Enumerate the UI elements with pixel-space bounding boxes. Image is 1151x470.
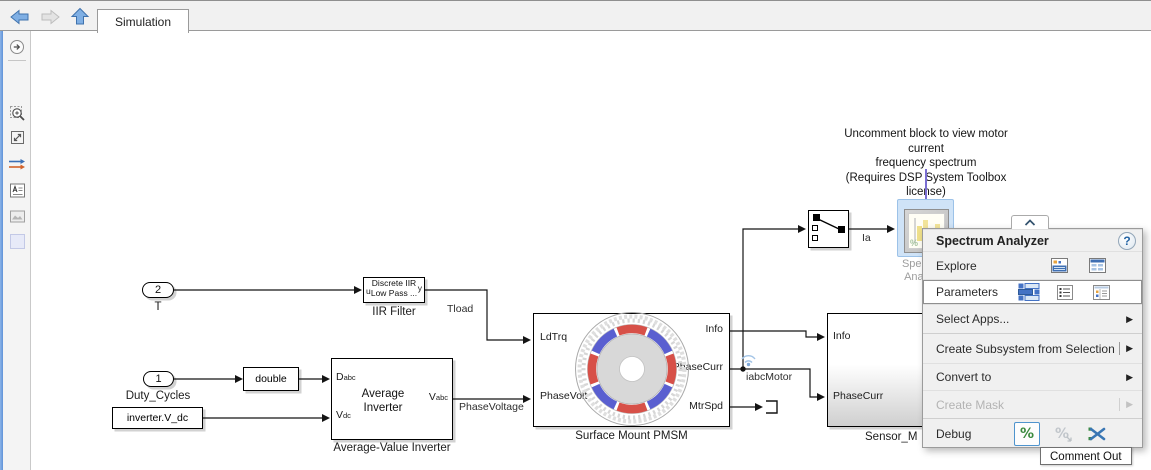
- model-explorer-icon[interactable]: [1086, 256, 1108, 276]
- back-arrow-icon: [9, 8, 31, 26]
- double-conversion-block[interactable]: double: [243, 367, 299, 391]
- parameter-list-icon[interactable]: [1054, 282, 1076, 302]
- menu-item-parameters[interactable]: Parameters: [923, 279, 1142, 304]
- submenu-arrow-icon: ▶: [1119, 398, 1136, 411]
- menu-item-convert-to[interactable]: Convert to ▶: [923, 363, 1142, 390]
- pmsm-port-ldtrq: LdTrq: [540, 332, 567, 343]
- hide-browser-button[interactable]: [6, 37, 28, 57]
- signal-label-ia: Ia: [862, 232, 871, 244]
- sidebar-divider: [8, 60, 26, 61]
- annotation-line3: (Requires DSP System Toolbox license): [828, 171, 1024, 200]
- signal-label-iabcmotor: iabcMotor: [746, 371, 792, 383]
- menu-item-explore[interactable]: Explore: [923, 251, 1142, 279]
- iir-text2: Low Pass ...: [364, 289, 424, 299]
- sensor-port-info: Info: [833, 331, 851, 342]
- forward-arrow-icon: [39, 8, 61, 26]
- submenu-arrow-icon: ▶: [1119, 342, 1136, 355]
- fit-to-view-button[interactable]: [6, 127, 28, 147]
- average-inverter-block[interactable]: Dabc Vdc Vabc Average Inverter: [331, 358, 453, 440]
- tab-simulation[interactable]: Simulation: [97, 9, 189, 33]
- help-icon[interactable]: ?: [1118, 232, 1136, 250]
- double-text: double: [255, 373, 287, 385]
- pmsm-port-mtrspd: MtrSpd: [689, 401, 723, 412]
- terminator-icon: [766, 401, 777, 413]
- annotation-button[interactable]: [6, 180, 28, 200]
- annotation-line2: frequency spectrum: [828, 156, 1024, 171]
- up-arrow-icon: [70, 7, 90, 26]
- signal-label-tload: Tload: [447, 303, 473, 315]
- submenu-arrow-icon: ▶: [1126, 314, 1136, 325]
- vdc-text: inverter.V_dc: [127, 412, 188, 424]
- signal-logging-icon: [742, 356, 755, 363]
- open-in-window-icon[interactable]: [1048, 256, 1070, 276]
- iir-filter-label: IIR Filter: [363, 306, 425, 318]
- pmsm-port-info: Info: [705, 324, 723, 335]
- submenu-arrow-icon: ▶: [1126, 372, 1136, 383]
- zoom-to-region-button[interactable]: [6, 103, 28, 123]
- context-menu: Spectrum Analyzer ? Explore: [922, 228, 1143, 448]
- highlight-box-button[interactable]: [6, 231, 28, 251]
- viewmarks-button[interactable]: [6, 206, 28, 226]
- navigation-toolbar: Simulation: [0, 0, 1151, 31]
- back-button[interactable]: [7, 6, 33, 27]
- iir-port-u: u: [366, 287, 371, 296]
- iir-filter-block[interactable]: Discrete IIR Low Pass ... u y: [363, 277, 425, 303]
- signal-lines-button[interactable]: [6, 154, 28, 174]
- inport-block-duty-cycles[interactable]: 1: [143, 371, 174, 387]
- inverter-port-dabc: Dabc: [336, 372, 356, 383]
- inverter-name1: Average: [332, 387, 434, 401]
- block-dialog-icon[interactable]: [1090, 282, 1112, 302]
- up-to-parent-button[interactable]: [67, 6, 93, 27]
- menu-item-create-subsystem[interactable]: Create Subsystem from Selection ▶: [923, 333, 1142, 363]
- signal-label-phasevoltage: PhaseVoltage: [459, 401, 524, 413]
- toolstrip-parameters-icon[interactable]: [1018, 282, 1040, 302]
- dual-arrows-icon: [8, 158, 26, 171]
- image-icon: [9, 208, 26, 225]
- tooltip-comment-out: Comment Out: [1040, 447, 1132, 465]
- fit-to-view-icon: [9, 129, 26, 146]
- comment-out-button[interactable]: %: [1014, 422, 1040, 446]
- zoom-region-icon: [9, 105, 26, 122]
- menu-header: Spectrum Analyzer ?: [923, 229, 1142, 251]
- uncomment-button[interactable]: %: [1049, 422, 1075, 446]
- canvas-annotation[interactable]: Uncomment block to view motor current fr…: [828, 127, 1024, 200]
- circle-arrow-icon: [9, 39, 25, 55]
- annotation-line1: Uncomment block to view motor current: [828, 127, 1024, 156]
- pmsm-label: Surface Mount PMSM: [533, 430, 730, 442]
- duty-cycles-label: Duty_Cycles: [118, 390, 198, 402]
- chevron-up-icon: [1024, 219, 1036, 226]
- tab-label: Simulation: [115, 15, 171, 29]
- vdc-constant-block[interactable]: inverter.V_dc: [112, 407, 203, 429]
- menu-title: Spectrum Analyzer: [936, 234, 1049, 248]
- menu-item-create-mask: Create Mask ▶: [923, 390, 1142, 418]
- menu-collapse-button[interactable]: [1011, 215, 1049, 229]
- pmsm-block[interactable]: LdTrq PhaseVolt Info PhaseCurr MtrSpd: [533, 313, 730, 427]
- box-icon: [10, 234, 25, 249]
- sensor-label: Sensor_M: [865, 431, 917, 443]
- menu-item-debug[interactable]: Debug % %: [923, 418, 1142, 448]
- comment-through-button[interactable]: [1084, 422, 1110, 446]
- sensor-port-phasecurr: PhaseCurr: [833, 391, 883, 402]
- iir-port-y: y: [418, 284, 422, 293]
- forward-button[interactable]: [37, 6, 63, 27]
- switch-glyph: [809, 211, 847, 246]
- pmsm-port-phasevolt: PhaseVolt: [540, 391, 587, 402]
- inport-number: 1: [155, 373, 161, 385]
- pmsm-port-phasecurr: PhaseCurr: [673, 362, 723, 373]
- inport-T-label: T: [148, 301, 168, 313]
- inverter-name2: Inverter: [332, 401, 434, 415]
- inport-block-T[interactable]: 2: [142, 282, 174, 298]
- palette-sidebar: [3, 31, 31, 470]
- menu-item-select-apps[interactable]: Select Apps... ▶: [923, 304, 1142, 333]
- manual-switch-block[interactable]: [808, 210, 849, 248]
- comment-mark-icon: %: [910, 238, 918, 248]
- inport-number: 2: [155, 284, 161, 296]
- comment-through-icon: [1088, 426, 1106, 442]
- comment-out-icon: %: [1020, 426, 1034, 442]
- annotation-icon: [9, 182, 26, 199]
- average-inverter-label: Average-Value Inverter: [331, 442, 453, 454]
